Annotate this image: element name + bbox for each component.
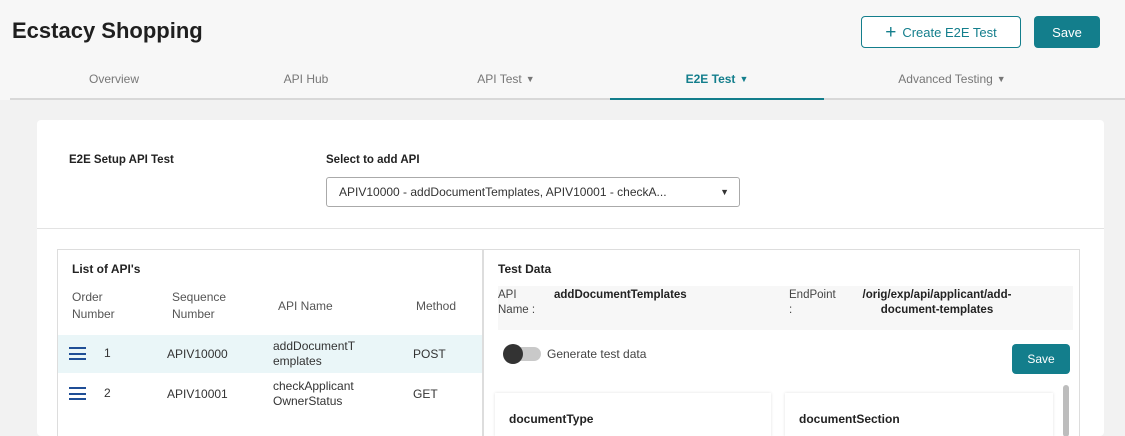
col-header-order: Order Number (72, 290, 115, 321)
test-data-title: Test Data (498, 262, 552, 276)
select-api-value: APIV10000 - addDocumentTemplates, APIV10… (339, 185, 667, 199)
method: GET (413, 387, 438, 401)
col-header-method: Method (416, 299, 457, 313)
api-info-bar: API Name : addDocumentTemplates EndPoint… (498, 286, 1073, 330)
endpoint-value: /orig/exp/api/applicant/add-document-tem… (862, 289, 1012, 316)
drag-handle-icon[interactable] (69, 387, 86, 400)
app-title: Ecstacy Shopping (12, 18, 203, 43)
save-test-data-button[interactable]: Save (1012, 344, 1070, 374)
endpoint-label: EndPoint : (789, 289, 836, 316)
tab-api-test[interactable]: API Test ▼ (446, 60, 566, 98)
scrollbar[interactable] (1063, 385, 1069, 436)
tab-overview-label: Overview (88, 72, 139, 86)
sequence-number: APIV10000 (167, 347, 228, 361)
drag-handle-icon[interactable] (69, 347, 86, 360)
field-label: documentType (509, 412, 594, 426)
e2e-setup-card: E2E Setup API Test Select to add API API… (37, 120, 1104, 436)
generate-test-data-toggle[interactable]: Generate test data (503, 344, 647, 364)
divider (37, 228, 1104, 229)
col-header-api-name: API Name (278, 299, 333, 313)
tab-advanced-testing-label: Advanced Testing (898, 72, 993, 86)
field-card: documentSection (785, 393, 1053, 436)
setup-label: E2E Setup API Test (69, 154, 174, 166)
tab-api-hub-label: API Hub (283, 72, 329, 86)
select-api-dropdown[interactable]: APIV10000 - addDocumentTemplates, APIV10… (326, 177, 740, 207)
api-name: addDocumentTemplates (273, 339, 356, 368)
table-row[interactable]: 2 APIV10001 checkApplicantOwnerStatus GE… (58, 375, 482, 413)
api-name-value: addDocumentTemplates (554, 289, 687, 301)
field-label: documentSection (799, 412, 900, 426)
field-card: documentType (495, 393, 771, 436)
api-list-title: List of API's (72, 262, 141, 276)
test-data-panel: Test Data API Name : addDocumentTemplate… (483, 249, 1080, 436)
col-header-sequence: Sequence Number (172, 290, 227, 321)
tab-bar: Overview API Hub API Test ▼ E2E Test ▼ A… (10, 60, 1125, 100)
tab-advanced-testing[interactable]: Advanced Testing ▼ (872, 60, 1032, 98)
caret-down-icon: ▼ (739, 74, 749, 84)
create-e2e-test-label: Create E2E Test (902, 24, 997, 40)
tab-overview[interactable]: Overview (54, 60, 174, 98)
generate-test-data-label: Generate test data (547, 347, 647, 361)
app-header: Ecstacy Shopping + Create E2E Test Save … (0, 0, 1125, 100)
order-number: 1 (104, 346, 111, 360)
tab-e2e-test[interactable]: E2E Test ▼ (610, 60, 824, 100)
caret-down-icon: ▼ (996, 74, 1006, 84)
tab-api-hub[interactable]: API Hub (256, 60, 356, 98)
select-api-label: Select to add API (326, 154, 420, 166)
plus-icon: + (885, 21, 897, 43)
table-row[interactable]: 1 APIV10000 addDocumentTemplates POST (58, 335, 482, 373)
sequence-number: APIV10001 (167, 387, 228, 401)
api-list-panel: List of API's Order Number Sequence Numb… (57, 249, 483, 436)
tab-e2e-test-label: E2E Test (685, 72, 736, 86)
caret-down-icon: ▼ (720, 187, 729, 197)
method: POST (413, 347, 446, 361)
create-e2e-test-button[interactable]: + Create E2E Test (861, 16, 1021, 48)
tab-api-test-label: API Test (477, 72, 522, 86)
order-number: 2 (104, 386, 111, 400)
save-button[interactable]: Save (1034, 16, 1100, 48)
toggle-switch[interactable] (503, 344, 541, 364)
caret-down-icon: ▼ (525, 74, 535, 84)
api-name-label: API Name : (498, 289, 536, 316)
api-name: checkApplicantOwnerStatus (273, 379, 354, 408)
